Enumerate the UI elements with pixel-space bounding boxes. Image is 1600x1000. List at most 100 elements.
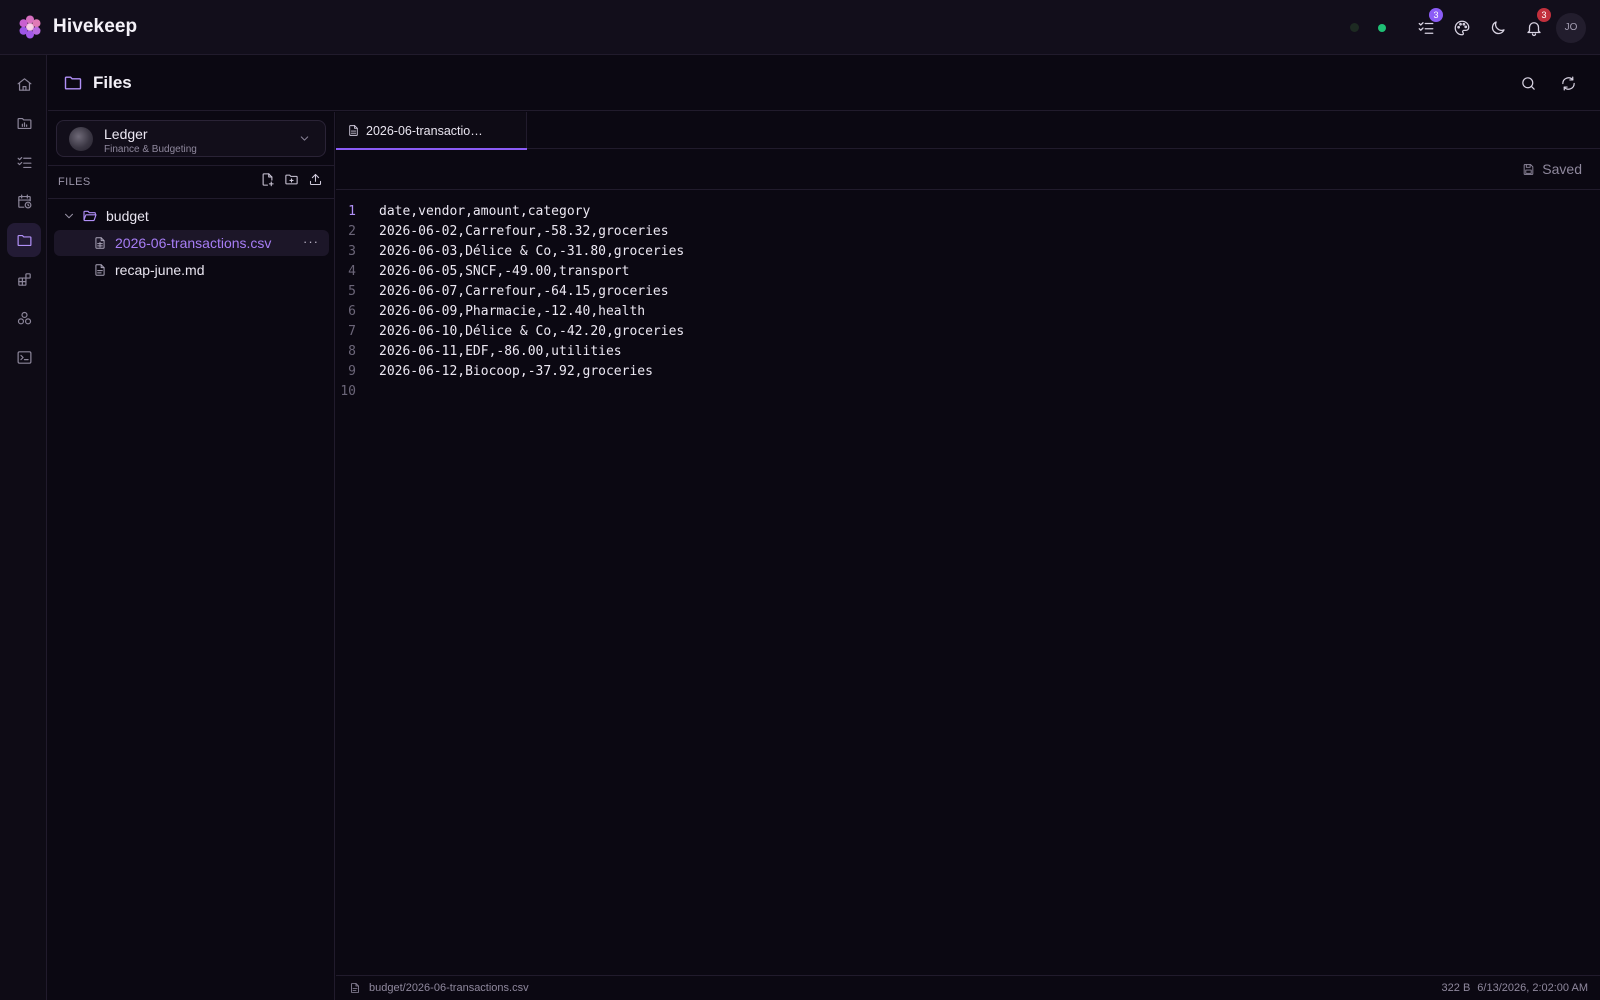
nav-integrations[interactable] xyxy=(7,301,41,335)
project-selector[interactable]: Ledger Finance & Budgeting xyxy=(56,120,326,157)
upload-icon xyxy=(309,173,321,185)
tree-file-recap[interactable]: recap-june.md xyxy=(54,257,329,283)
divider xyxy=(48,198,334,199)
line-number: 1 xyxy=(348,203,356,219)
code-line[interactable]: 6 2026-06-09,Pharmacie,-12.40,health xyxy=(336,301,1600,321)
line-text: 2026-06-12,Biocoop,-37.92,groceries xyxy=(379,363,653,379)
line-text: date,vendor,amount,category xyxy=(379,203,591,219)
project-subtitle: Finance & Budgeting xyxy=(104,144,197,155)
tree-file-transactions[interactable]: 2026-06-transactions.csv ··· xyxy=(54,230,329,256)
line-text: 2026-06-05,SNCF,-49.00,transport xyxy=(379,263,630,279)
tasks-button[interactable]: 3 xyxy=(1408,7,1444,46)
code-line[interactable]: 7 2026-06-10,Délice & Co,-42.20,groceries xyxy=(336,321,1600,341)
notifications-badge: 3 xyxy=(1537,7,1551,22)
nav-widgets[interactable] xyxy=(7,262,41,296)
folder-icon xyxy=(17,234,31,246)
nav-files[interactable] xyxy=(7,223,41,257)
nav-tasks[interactable] xyxy=(7,145,41,179)
tree-item-label: recap-june.md xyxy=(115,262,205,278)
file-meta: 322 B 6/13/2026, 2:02:00 AM xyxy=(1442,982,1588,994)
save-icon xyxy=(1524,163,1534,175)
save-status-label: Saved xyxy=(1542,161,1582,177)
files-header: Files xyxy=(48,56,1600,111)
file-path: budget/2026-06-transactions.csv xyxy=(369,982,529,994)
notifications-button[interactable]: 3 xyxy=(1516,7,1552,46)
refresh-icon xyxy=(1561,76,1575,91)
chevron-down-icon xyxy=(298,132,311,145)
file-icon xyxy=(349,982,361,994)
online-status-dot xyxy=(1378,23,1386,32)
brand[interactable]: Hivekeep xyxy=(17,14,137,40)
line-text: 2026-06-03,Délice & Co,-31.80,groceries xyxy=(379,243,685,259)
top-bar: Hivekeep 3 3 JO xyxy=(0,0,1600,55)
line-text: 2026-06-09,Pharmacie,-12.40,health xyxy=(379,303,646,319)
file-tools xyxy=(258,170,324,188)
code-editor[interactable]: 1 date,vendor,amount,category 2 2026-06-02,… xyxy=(336,201,1600,401)
hive-logo-icon xyxy=(19,15,41,39)
page-title: Files xyxy=(93,73,132,92)
file-spreadsheet-icon xyxy=(95,237,105,249)
code-line[interactable]: 10 xyxy=(336,381,1600,401)
tree-item-label: 2026-06-transactions.csv xyxy=(115,235,272,251)
home-icon xyxy=(17,77,31,91)
refresh-button[interactable] xyxy=(1552,68,1584,100)
calendar-clock-icon xyxy=(17,194,31,208)
line-number: 2 xyxy=(348,223,356,239)
file-plus-icon xyxy=(262,172,274,186)
code-line[interactable]: 9 2026-06-12,Biocoop,-37.92,groceries xyxy=(336,361,1600,381)
dark-mode-toggle[interactable] xyxy=(1480,10,1516,46)
nav-schedule[interactable] xyxy=(7,184,41,218)
tab-transactions[interactable]: 2026-06-transactio… xyxy=(336,112,527,150)
header-actions xyxy=(1512,56,1584,111)
nav-rail xyxy=(0,55,47,1000)
line-number: 10 xyxy=(340,383,356,399)
code-line[interactable]: 2 2026-06-02,Carrefour,-58.32,groceries xyxy=(336,221,1600,241)
moon-icon xyxy=(1491,20,1505,34)
sync-indicator xyxy=(1350,23,1359,32)
files-section-label: FILES xyxy=(58,176,91,188)
line-text: 2026-06-02,Carrefour,-58.32,groceries xyxy=(379,223,669,239)
tree-folder-budget[interactable]: budget xyxy=(54,203,329,229)
palette-icon xyxy=(1454,20,1470,35)
file-text-icon xyxy=(95,264,105,276)
tab-label: 2026-06-transactio… xyxy=(366,123,483,138)
folder-icon xyxy=(63,73,83,93)
file-size: 322 B xyxy=(1441,982,1471,994)
code-line[interactable]: 5 2026-06-07,Carrefour,-64.15,groceries xyxy=(336,281,1600,301)
file-modified: 6/13/2026, 2:02:00 AM xyxy=(1477,982,1588,994)
code-line[interactable]: 8 2026-06-11,EDF,-86.00,utilities xyxy=(336,341,1600,361)
app-name: Hivekeep xyxy=(53,16,138,37)
checklist-icon xyxy=(17,156,31,168)
nav-home[interactable] xyxy=(7,67,41,101)
new-folder-button[interactable] xyxy=(282,170,300,188)
tree-item-label: budget xyxy=(106,208,149,224)
nav-terminal[interactable] xyxy=(7,340,41,374)
project-name: Ledger xyxy=(104,126,148,142)
line-number: 3 xyxy=(348,243,356,259)
folder-chart-icon xyxy=(17,117,31,129)
user-avatar[interactable]: JO xyxy=(1556,12,1586,43)
line-number: 9 xyxy=(348,363,356,379)
code-line[interactable]: 4 2026-06-05,SNCF,-49.00,transport xyxy=(336,261,1600,281)
search-icon xyxy=(1521,77,1535,90)
nav-projects[interactable] xyxy=(7,106,41,140)
blocks-icon xyxy=(17,272,31,286)
code-line[interactable]: 1 date,vendor,amount,category xyxy=(336,201,1600,221)
line-number: 8 xyxy=(348,343,356,359)
terminal-icon xyxy=(17,350,31,364)
divider xyxy=(48,165,334,166)
line-number: 7 xyxy=(348,323,356,339)
folder-open-icon xyxy=(83,210,97,222)
file-sidebar: Ledger Finance & Budgeting FILES budget … xyxy=(48,112,335,1000)
new-file-button[interactable] xyxy=(258,170,276,188)
chevron-down-icon[interactable] xyxy=(62,209,76,223)
tasks-badge: 3 xyxy=(1429,7,1443,22)
code-line[interactable]: 3 2026-06-03,Délice & Co,-31.80,groceries xyxy=(336,241,1600,261)
theme-palette-button[interactable] xyxy=(1444,10,1480,46)
search-button[interactable] xyxy=(1512,68,1544,100)
status-bar: budget/2026-06-transactions.csv 322 B 6/… xyxy=(336,975,1600,1000)
cluster-icon xyxy=(17,311,31,324)
save-status: Saved xyxy=(1522,161,1582,177)
upload-button[interactable] xyxy=(306,170,324,188)
more-options-icon[interactable]: ··· xyxy=(303,235,319,249)
